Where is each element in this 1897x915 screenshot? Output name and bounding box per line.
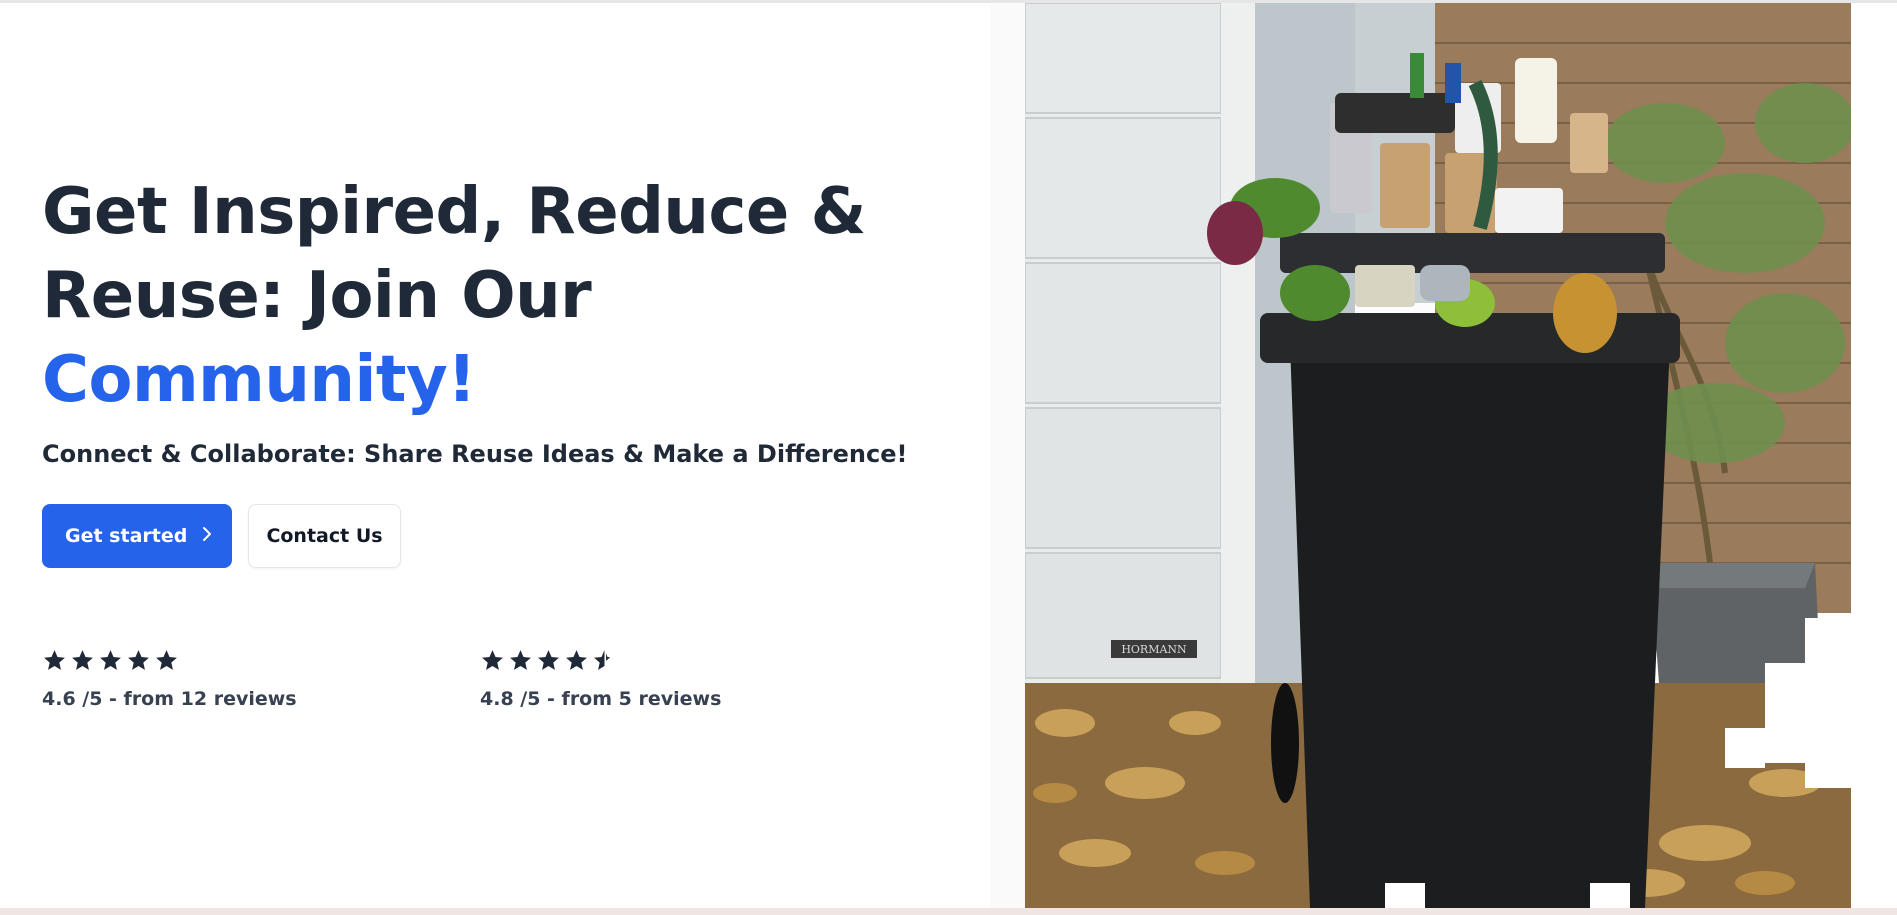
star-icon (566, 650, 587, 670)
rating-text-1: 4.6 /5 - from 12 reviews (42, 688, 297, 710)
headline-line-1: Get Inspired, Reduce & (42, 175, 866, 249)
get-started-button[interactable]: Get started (42, 504, 232, 568)
star-icon (510, 650, 531, 670)
ratings-row: 4.6 /5 - from 12 reviews 4.8 /5 - from 5… (42, 648, 982, 710)
overflowing-trash-bin-photo: HORMANN (1025, 3, 1851, 908)
star-icon (538, 650, 559, 670)
bottom-divider (0, 908, 1897, 915)
star-rating-1 (42, 648, 480, 676)
hero-headline: Get Inspired, Reduce & Reuse: Join Our C… (42, 170, 982, 422)
hero-subheadline: Connect & Collaborate: Share Reuse Ideas… (42, 440, 908, 468)
headline-accent: Community! (42, 343, 476, 417)
hero-image-container: HORMANN (990, 3, 1852, 908)
get-started-label: Get started (65, 525, 188, 547)
chevron-right-icon (201, 524, 213, 548)
star-icon (44, 650, 65, 670)
star-icon (482, 650, 503, 670)
rating-block-2: 4.8 /5 - from 5 reviews (480, 648, 918, 710)
rating-block-1: 4.6 /5 - from 12 reviews (42, 648, 480, 710)
headline-line-2: Reuse: Join Our (42, 259, 592, 333)
rating-text-2: 4.8 /5 - from 5 reviews (480, 688, 722, 710)
page: Get Inspired, Reduce & Reuse: Join Our C… (0, 0, 1897, 915)
star-rating-2 (480, 648, 918, 676)
star-icon (128, 650, 149, 670)
star-icon (72, 650, 93, 670)
hero-content: Get Inspired, Reduce & Reuse: Join Our C… (42, 170, 982, 710)
star-icon (156, 650, 177, 670)
contact-us-button[interactable]: Contact Us (248, 504, 401, 568)
door-label: HORMANN (1121, 643, 1187, 656)
half-star-icon (594, 650, 611, 670)
hero-buttons: Get started Contact Us (42, 504, 982, 568)
star-icon (100, 650, 121, 670)
contact-us-label: Contact Us (266, 525, 383, 547)
